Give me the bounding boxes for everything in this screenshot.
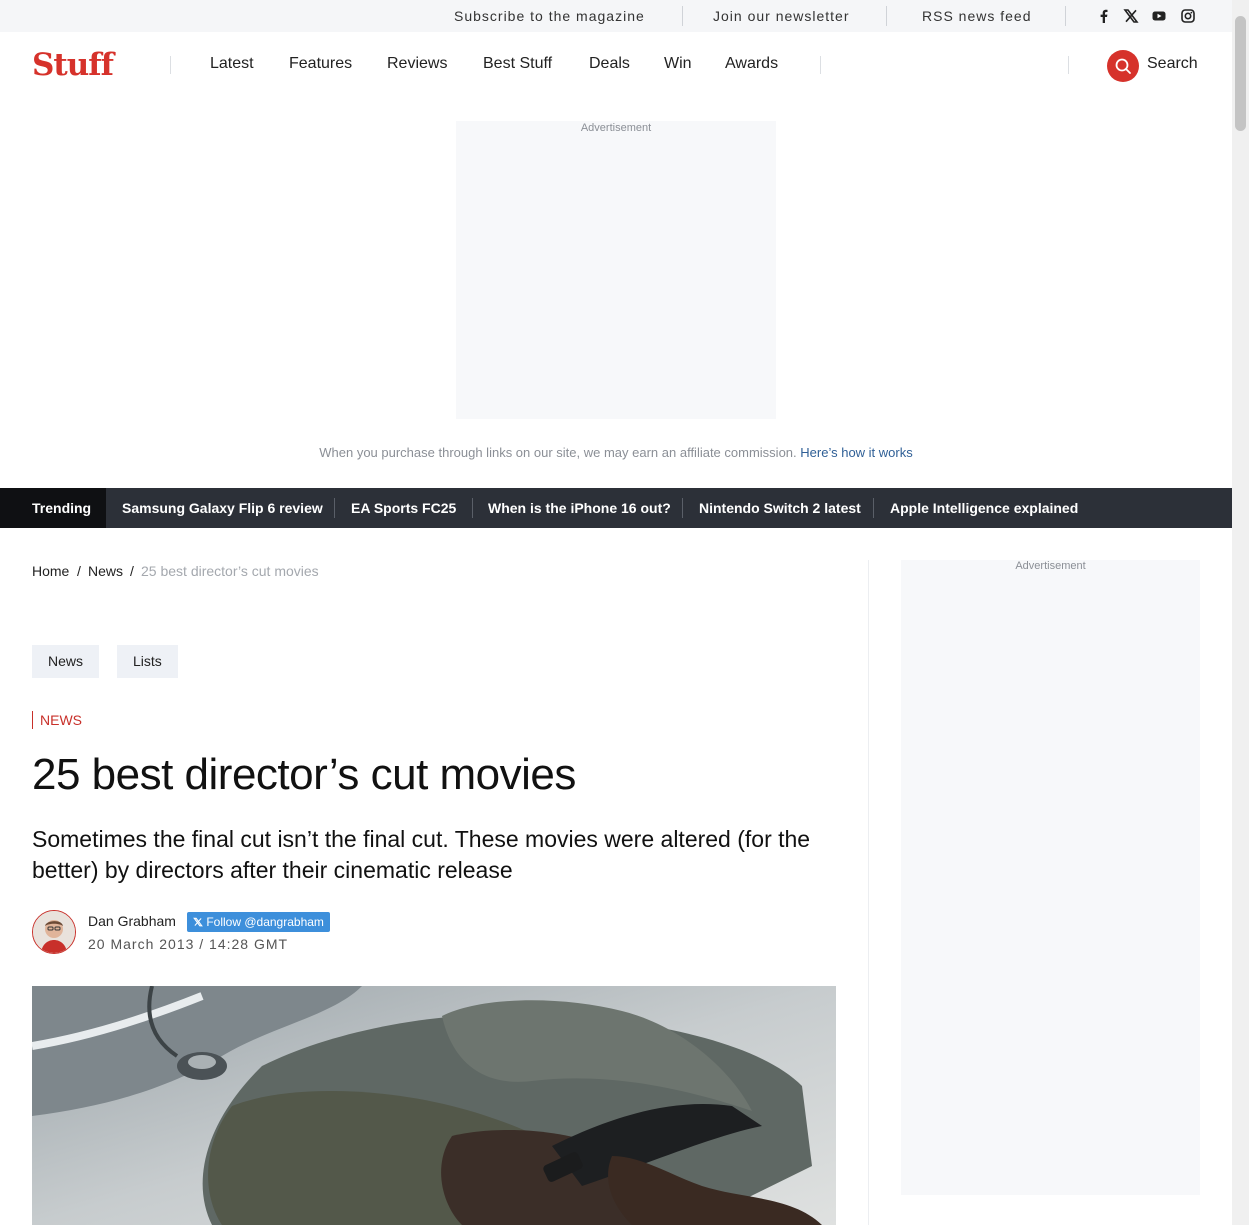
page: Subscribe to the magazine Join our newsl… (0, 0, 1232, 1225)
utility-divider (682, 6, 683, 26)
x-icon (193, 917, 203, 927)
x-icon[interactable] (1123, 8, 1139, 24)
trending-divider (472, 498, 473, 518)
trending-item[interactable]: Samsung Galaxy Flip 6 review (122, 488, 323, 528)
nav-item-awards[interactable]: Awards (725, 55, 778, 73)
breadcrumb-separator: / (77, 563, 81, 579)
trending-item[interactable]: Nintendo Switch 2 latest (699, 488, 861, 528)
search-icon (1115, 58, 1131, 74)
youtube-icon[interactable] (1151, 8, 1167, 24)
publish-date: 20 March 2013 / 14:28 GMT (88, 936, 289, 952)
nav-divider (820, 56, 821, 74)
affiliate-link[interactable]: Here’s how it works (800, 445, 912, 460)
trending-divider (682, 498, 683, 518)
affiliate-text: When you purchase through links on our s… (319, 445, 797, 460)
affiliate-disclaimer: When you purchase through links on our s… (0, 445, 1232, 460)
nav-divider (170, 56, 171, 74)
trending-item[interactable]: When is the iPhone 16 out? (488, 488, 671, 528)
facebook-icon[interactable] (1096, 8, 1112, 24)
sidebar-advertisement: Advertisement (901, 560, 1200, 1195)
nav-item-features[interactable]: Features (289, 55, 352, 73)
article-kicker[interactable]: NEWS (32, 711, 82, 729)
tag-news[interactable]: News (32, 645, 100, 678)
search-button[interactable] (1107, 50, 1139, 82)
article-headline: 25 best director’s cut movies (32, 750, 576, 799)
ad-label: Advertisement (580, 122, 652, 134)
utility-bar: Subscribe to the magazine Join our newsl… (0, 0, 1232, 32)
site-logo[interactable]: Stuff (32, 48, 114, 82)
breadcrumb-separator: / (130, 563, 134, 579)
column-divider (868, 560, 869, 1225)
article-standfirst: Sometimes the final cut isn’t the final … (32, 826, 811, 883)
search-label[interactable]: Search (1147, 55, 1198, 73)
rss-link[interactable]: RSS news feed (922, 8, 1032, 24)
utility-divider (886, 6, 887, 26)
newsletter-link[interactable]: Join our newsletter (713, 8, 850, 24)
nav-divider (1068, 56, 1069, 74)
ad-label: Advertisement (1015, 560, 1086, 572)
trending-item[interactable]: EA Sports FC25 (351, 488, 456, 528)
breadcrumb-news[interactable]: News (88, 563, 123, 579)
trending-bar: Trending Samsung Galaxy Flip 6 review EA… (0, 488, 1232, 528)
instagram-icon[interactable] (1180, 8, 1196, 24)
trending-label: Trending (0, 488, 106, 528)
utility-divider (1065, 6, 1066, 26)
breadcrumb-current: 25 best director’s cut movies (141, 563, 319, 579)
nav-item-reviews[interactable]: Reviews (387, 55, 447, 73)
scrollbar[interactable] (1232, 0, 1249, 1225)
nav-item-win[interactable]: Win (664, 55, 692, 73)
follow-label: Follow @dangrabham (206, 915, 324, 929)
nav-item-latest[interactable]: Latest (210, 55, 254, 73)
tag-lists[interactable]: Lists (117, 645, 178, 678)
subscribe-link[interactable]: Subscribe to the magazine (454, 8, 645, 24)
trending-divider (334, 498, 335, 518)
advertisement-slot: Advertisement (456, 121, 776, 419)
trending-divider (873, 498, 874, 518)
breadcrumb-home[interactable]: Home (32, 563, 69, 579)
author-avatar[interactable] (32, 910, 76, 954)
hero-image (32, 986, 836, 1225)
nav-item-best-stuff[interactable]: Best Stuff (483, 55, 552, 73)
author-name[interactable]: Dan Grabham (88, 913, 176, 929)
trending-item[interactable]: Apple Intelligence explained (890, 488, 1078, 528)
nav-item-deals[interactable]: Deals (589, 55, 630, 73)
scrollbar-thumb[interactable] (1235, 16, 1246, 131)
follow-button[interactable]: Follow @dangrabham (187, 912, 330, 932)
